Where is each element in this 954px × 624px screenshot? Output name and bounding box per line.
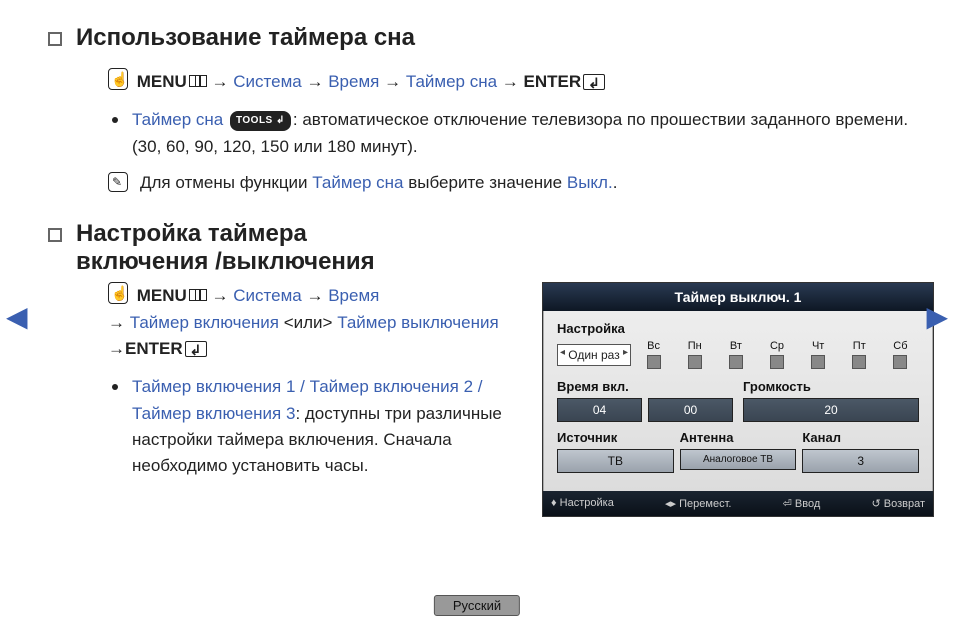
- note-mid: выберите значение: [404, 173, 567, 192]
- osd-volume-label: Громкость: [743, 379, 919, 394]
- osd-antenna-label: Антенна: [680, 430, 797, 445]
- osd-day-thu[interactable]: Чт: [800, 340, 837, 369]
- sep: /: [473, 377, 482, 396]
- osd-dialog: Таймер выключ. 1 Настройка Один раз Вс П…: [542, 282, 934, 517]
- note-off-link: Выкл.: [567, 173, 613, 192]
- day-label: Ср: [770, 340, 784, 352]
- footer-enter-text: Ввод: [795, 498, 820, 510]
- page-next-button[interactable]: ▶: [926, 300, 948, 333]
- menu-label: MENU: [137, 286, 187, 305]
- footer-move: ◂▸ Перемест.: [665, 497, 731, 510]
- section2-title: Настройка таймера включения /выключения: [48, 220, 934, 276]
- footer-return-text: Возврат: [884, 498, 925, 510]
- note-link: Таймер сна: [312, 173, 403, 192]
- section2-title-l2: включения /выключения: [76, 248, 375, 275]
- osd-day-sun[interactable]: Вс: [635, 340, 672, 369]
- nav-system: Система: [233, 72, 301, 91]
- nav-off-timer: Таймер выключения: [337, 313, 498, 332]
- enter-label: ENTER: [125, 339, 183, 358]
- note-end: .: [613, 173, 618, 192]
- footer-move-text: Перемест.: [679, 498, 731, 510]
- breadcrumb-nav-1: MENU → Система → Время → Таймер сна → EN…: [108, 68, 934, 95]
- day-label: Вс: [647, 340, 660, 352]
- square-bullet-icon: [48, 228, 62, 242]
- checkbox-icon: [852, 355, 866, 369]
- timer2-link: Таймер включения 2: [310, 377, 473, 396]
- sleep-timer-link: Таймер сна: [132, 110, 223, 129]
- nav-system: Система: [233, 286, 301, 305]
- day-label: Пт: [853, 340, 866, 352]
- remote-hand-icon: [108, 68, 128, 90]
- osd-day-sat[interactable]: Сб: [882, 340, 919, 369]
- osd-day-tue[interactable]: Вт: [717, 340, 754, 369]
- enter-label: ENTER: [524, 72, 582, 91]
- tools-badge-icon: TOOLS: [230, 111, 291, 131]
- on-timer-description: Таймер включения 1 / Таймер включения 2 …: [108, 374, 522, 479]
- checkbox-icon: [893, 355, 907, 369]
- page-prev-button[interactable]: ◀: [6, 300, 28, 333]
- nav-time: Время: [328, 72, 379, 91]
- note-icon: [108, 172, 128, 192]
- timer1-link: Таймер включения 1: [132, 377, 295, 396]
- day-label: Пн: [688, 340, 702, 352]
- footer-return: ↺ Возврат: [871, 497, 925, 510]
- section2-title-l1: Настройка таймера: [76, 220, 307, 247]
- nav-or: <или>: [284, 313, 333, 332]
- osd-day-fri[interactable]: Пт: [841, 340, 878, 369]
- sleep-timer-description: Таймер сна TOOLS: автоматическое отключе…: [108, 107, 934, 160]
- checkbox-icon: [647, 355, 661, 369]
- osd-antenna-field[interactable]: Аналоговое ТВ: [680, 449, 797, 470]
- osd-day-mon[interactable]: Пн: [676, 340, 713, 369]
- checkbox-icon: [770, 355, 784, 369]
- nav-sleep-timer: Таймер сна: [406, 72, 497, 91]
- breadcrumb-nav-2: MENU → Система → Время → Таймер включени…: [108, 282, 522, 362]
- nav-time: Время: [328, 286, 379, 305]
- menu-icon: [189, 75, 207, 87]
- sep: /: [295, 377, 309, 396]
- footer-setup: ♦ Настройка: [551, 497, 614, 510]
- osd-channel-field[interactable]: 3: [802, 449, 919, 473]
- remote-hand-icon: [108, 282, 128, 304]
- footer-setup-text: Настройка: [560, 497, 614, 509]
- day-label: Сб: [893, 340, 907, 352]
- osd-volume-field[interactable]: 20: [743, 398, 919, 422]
- timer3-link: Таймер включения 3: [132, 404, 295, 423]
- osd-source-label: Источник: [557, 430, 674, 445]
- osd-hour-field[interactable]: 04: [557, 398, 642, 422]
- checkbox-icon: [811, 355, 825, 369]
- nav-on-timer: Таймер включения: [130, 313, 279, 332]
- checkbox-icon: [729, 355, 743, 369]
- menu-label: MENU: [137, 72, 187, 91]
- section1-title-text: Использование таймера сна: [76, 24, 415, 51]
- enter-icon: [185, 341, 207, 357]
- osd-time-label: Время вкл.: [557, 379, 733, 394]
- note-row: Для отмены функции Таймер сна выберите з…: [108, 170, 934, 196]
- note-pre: Для отмены функции: [140, 173, 312, 192]
- square-bullet-icon: [48, 32, 62, 46]
- osd-day-wed[interactable]: Ср: [758, 340, 795, 369]
- day-label: Вт: [730, 340, 742, 352]
- osd-setup-label: Настройка: [557, 321, 919, 336]
- osd-setup-value[interactable]: Один раз: [557, 344, 631, 366]
- osd-source-field[interactable]: ТВ: [557, 449, 674, 473]
- menu-icon: [189, 289, 207, 301]
- osd-title: Таймер выключ. 1: [543, 283, 933, 311]
- enter-icon: [583, 74, 605, 90]
- checkbox-icon: [688, 355, 702, 369]
- osd-channel-label: Канал: [802, 430, 919, 445]
- osd-minute-field[interactable]: 00: [648, 398, 733, 422]
- section1-title: Использование таймера сна: [48, 24, 934, 52]
- footer-enter: ⏎ Ввод: [783, 497, 821, 510]
- osd-footer: ♦ Настройка ◂▸ Перемест. ⏎ Ввод ↺ Возвра…: [543, 491, 933, 516]
- language-badge: Русский: [434, 595, 520, 616]
- day-label: Чт: [812, 340, 824, 352]
